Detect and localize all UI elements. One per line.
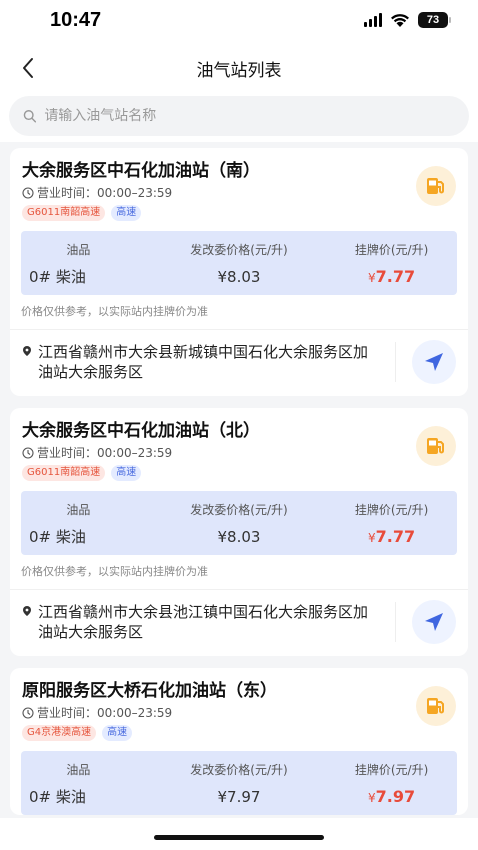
listed-price: ¥7.97 bbox=[326, 787, 457, 806]
road-tag: G6011南韶高速 bbox=[22, 205, 106, 221]
fuel-badge bbox=[416, 166, 456, 206]
price-table-header: 油品 发改委价格(元/升) 挂牌价(元/升) bbox=[21, 761, 457, 778]
navigate-arrow-icon bbox=[425, 353, 443, 371]
price-table-header: 油品 发改委价格(元/升) 挂牌价(元/升) bbox=[21, 501, 457, 518]
price-disclaimer: 价格仅供参考，以实际站内挂牌价为准 bbox=[10, 555, 468, 590]
station-header: 原阳服务区大桥石化加油站（东） 营业时间：00:00–23:59 G4京港澳高速… bbox=[10, 680, 468, 741]
hours-text: 营业时间：00:00–23:59 bbox=[37, 186, 173, 200]
listed-price-value: 7.97 bbox=[375, 787, 416, 806]
nav-bar: 油气站列表 bbox=[0, 40, 478, 96]
type-tag: 高速 bbox=[111, 465, 142, 481]
price-table: 油品 发改委价格(元/升) 挂牌价(元/升) 0# 柴油 ¥7.97 ¥7.97 bbox=[21, 751, 457, 815]
type-tag: 高速 bbox=[102, 725, 133, 741]
station-address: 江西省赣州市大余县池江镇中国石化大余服务区加油站大余服务区 bbox=[38, 602, 396, 642]
status-time: 10:47 bbox=[50, 8, 102, 31]
station-card[interactable]: 原阳服务区大桥石化加油站（东） 营业时间：00:00–23:59 G4京港澳高速… bbox=[10, 668, 468, 815]
header-ndrc-price: 发改委价格(元/升) bbox=[190, 243, 288, 257]
header-listed-price: 挂牌价(元/升) bbox=[354, 503, 429, 517]
station-header: 大余服务区中石化加油站（南） 营业时间：00:00–23:59 G6011南韶高… bbox=[10, 160, 468, 221]
listed-price: ¥7.77 bbox=[326, 267, 457, 286]
fuel-pump-icon bbox=[427, 438, 444, 454]
price-disclaimer: 价格仅供参考，以实际站内挂牌价为准 bbox=[10, 295, 468, 330]
header-listed-price: 挂牌价(元/升) bbox=[354, 763, 429, 777]
price-table: 油品 发改委价格(元/升) 挂牌价(元/升) 0# 柴油 ¥8.03 ¥7.77 bbox=[21, 231, 457, 295]
price-row: 0# 柴油 ¥8.03 ¥7.77 bbox=[21, 266, 457, 287]
currency-symbol: ¥ bbox=[368, 791, 376, 805]
station-name: 大余服务区中石化加油站（北） bbox=[22, 421, 260, 441]
search-section bbox=[0, 96, 478, 136]
listed-price: ¥7.77 bbox=[326, 527, 457, 546]
type-tag: 高速 bbox=[111, 205, 142, 221]
location-pin-icon bbox=[23, 346, 31, 356]
road-tag: G4京港澳高速 bbox=[22, 725, 97, 741]
navigate-button[interactable] bbox=[412, 340, 456, 384]
tag-row: G4京港澳高速 高速 bbox=[22, 725, 456, 741]
ndrc-price: ¥8.03 bbox=[217, 268, 261, 286]
wifi-icon bbox=[391, 14, 409, 27]
hours-text: 营业时间：00:00–23:59 bbox=[37, 706, 173, 720]
header-product: 油品 bbox=[66, 243, 91, 257]
header-listed-price: 挂牌价(元/升) bbox=[354, 243, 429, 257]
location-pin-icon bbox=[23, 606, 31, 616]
business-hours: 营业时间：00:00–23:59 bbox=[22, 704, 456, 721]
ndrc-price: ¥7.97 bbox=[217, 788, 261, 806]
header-product: 油品 bbox=[66, 763, 91, 777]
fuel-badge bbox=[416, 426, 456, 466]
station-address: 江西省赣州市大余县新城镇中国石化大余服务区加油站大余服务区 bbox=[38, 342, 396, 382]
status-bar: 10:47 73 bbox=[0, 0, 478, 40]
fuel-type: 0# 柴油 bbox=[29, 528, 86, 546]
road-tag: G6011南韶高速 bbox=[22, 465, 106, 481]
business-hours: 营业时间：00:00–23:59 bbox=[22, 184, 456, 201]
clock-icon bbox=[22, 706, 34, 719]
fuel-type: 0# 柴油 bbox=[29, 788, 86, 806]
search-icon bbox=[23, 110, 37, 123]
home-indicator[interactable] bbox=[154, 835, 324, 840]
search-input[interactable] bbox=[44, 108, 455, 124]
back-button[interactable] bbox=[14, 54, 42, 82]
currency-symbol: ¥ bbox=[368, 271, 376, 285]
fuel-pump-icon bbox=[427, 178, 444, 194]
ndrc-price: ¥8.03 bbox=[217, 528, 261, 546]
header-product: 油品 bbox=[66, 503, 91, 517]
fuel-badge bbox=[416, 686, 456, 726]
header-ndrc-price: 发改委价格(元/升) bbox=[190, 503, 288, 517]
back-icon bbox=[23, 58, 33, 78]
signal-icon bbox=[364, 13, 382, 27]
search-box[interactable] bbox=[9, 96, 469, 136]
tag-row: G6011南韶高速 高速 bbox=[22, 465, 456, 481]
navigate-arrow-icon bbox=[425, 613, 443, 631]
price-row: 0# 柴油 ¥7.97 ¥7.97 bbox=[21, 786, 457, 807]
tag-row: G6011南韶高速 高速 bbox=[22, 205, 456, 221]
price-table-header: 油品 发改委价格(元/升) 挂牌价(元/升) bbox=[21, 241, 457, 258]
business-hours: 营业时间：00:00–23:59 bbox=[22, 444, 456, 461]
address-row: 江西省赣州市大余县新城镇中国石化大余服务区加油站大余服务区 bbox=[10, 330, 468, 396]
listed-price-value: 7.77 bbox=[375, 527, 416, 546]
station-card[interactable]: 大余服务区中石化加油站（北） 营业时间：00:00–23:59 G6011南韶高… bbox=[10, 408, 468, 656]
station-list: 大余服务区中石化加油站（南） 营业时间：00:00–23:59 G6011南韶高… bbox=[0, 142, 478, 818]
station-name: 大余服务区中石化加油站（南） bbox=[22, 161, 260, 181]
battery-level: 73 bbox=[426, 14, 440, 26]
clock-icon bbox=[22, 186, 34, 199]
clock-icon bbox=[22, 446, 34, 459]
hours-text: 营业时间：00:00–23:59 bbox=[37, 446, 173, 460]
status-icons: 73 bbox=[364, 12, 451, 28]
currency-symbol: ¥ bbox=[368, 531, 376, 545]
fuel-type: 0# 柴油 bbox=[29, 268, 86, 286]
bottom-safe-area bbox=[0, 818, 478, 850]
price-table: 油品 发改委价格(元/升) 挂牌价(元/升) 0# 柴油 ¥8.03 ¥7.77 bbox=[21, 491, 457, 555]
listed-price-value: 7.77 bbox=[375, 267, 416, 286]
price-row: 0# 柴油 ¥8.03 ¥7.77 bbox=[21, 526, 457, 547]
station-name: 原阳服务区大桥石化加油站（东） bbox=[22, 681, 277, 701]
address-row: 江西省赣州市大余县池江镇中国石化大余服务区加油站大余服务区 bbox=[10, 590, 468, 656]
page-title: 油气站列表 bbox=[196, 60, 282, 81]
station-header: 大余服务区中石化加油站（北） 营业时间：00:00–23:59 G6011南韶高… bbox=[10, 420, 468, 481]
header-ndrc-price: 发改委价格(元/升) bbox=[190, 763, 288, 777]
battery-icon: 73 bbox=[418, 12, 451, 28]
station-card[interactable]: 大余服务区中石化加油站（南） 营业时间：00:00–23:59 G6011南韶高… bbox=[10, 148, 468, 396]
navigate-button[interactable] bbox=[412, 600, 456, 644]
fuel-pump-icon bbox=[427, 698, 444, 714]
